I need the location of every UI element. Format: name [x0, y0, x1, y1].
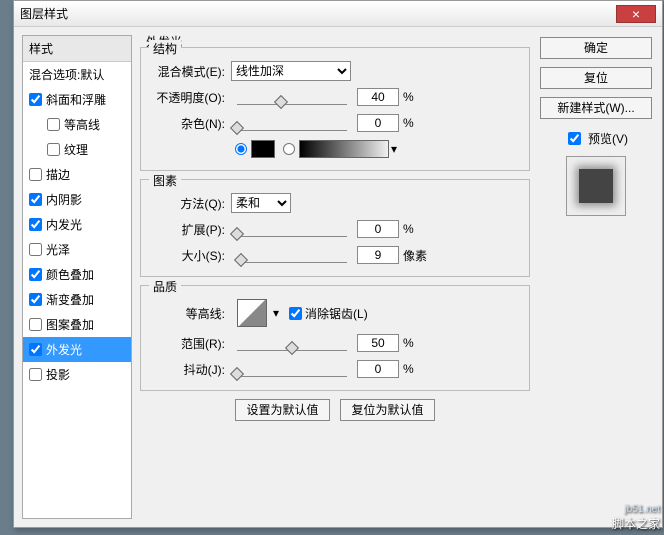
sidebar-header: 样式: [23, 36, 131, 62]
jitter-input[interactable]: 0: [357, 360, 399, 378]
titlebar[interactable]: 图层样式 ×: [14, 1, 662, 27]
checkbox-inner-shadow[interactable]: [29, 193, 42, 206]
main-panel: 外发光 结构 混合模式(E): 线性加深 不透明度(O): 40 % 杂色(N)…: [138, 35, 532, 519]
dropdown-icon[interactable]: ▾: [391, 142, 397, 156]
layer-style-dialog: 图层样式 × 样式 混合选项:默认 斜面和浮雕 等高线 纹理 描边 内阴影 内发…: [13, 0, 663, 528]
label-contour: 等高线:: [149, 305, 231, 322]
label-spread: 扩展(P):: [149, 221, 231, 238]
label-blend-mode: 混合模式(E):: [149, 63, 231, 80]
close-button[interactable]: ×: [616, 5, 656, 23]
antialias-checkbox[interactable]: [289, 307, 302, 320]
sidebar-item-bevel[interactable]: 斜面和浮雕: [23, 87, 131, 112]
dropdown-icon[interactable]: ▾: [273, 306, 279, 320]
label-opacity: 不透明度(O):: [149, 89, 231, 106]
noise-slider[interactable]: [237, 115, 347, 131]
checkbox-outer-glow[interactable]: [29, 343, 42, 356]
range-unit: %: [403, 336, 433, 350]
sidebar-item-satin[interactable]: 光泽: [23, 237, 131, 262]
group-elements: 图素 方法(Q): 柔和 扩展(P): 0 % 大小(S): 9 像素: [140, 179, 530, 277]
size-slider[interactable]: [237, 247, 347, 263]
preview-checkbox[interactable]: [568, 132, 581, 145]
checkbox-bevel[interactable]: [29, 93, 42, 106]
size-unit: 像素: [403, 247, 433, 264]
ok-button[interactable]: 确定: [540, 37, 652, 59]
sidebar-item-texture[interactable]: 纹理: [23, 137, 131, 162]
label-noise: 杂色(N):: [149, 115, 231, 132]
checkbox-texture[interactable]: [47, 143, 60, 156]
opacity-slider[interactable]: [237, 89, 347, 105]
sidebar-item-outer-glow[interactable]: 外发光: [23, 337, 131, 362]
checkbox-contour[interactable]: [47, 118, 60, 131]
set-default-button[interactable]: 设置为默认值: [235, 399, 330, 421]
jitter-unit: %: [403, 362, 433, 376]
noise-input[interactable]: 0: [357, 114, 399, 132]
legend-quality: 品质: [149, 278, 181, 295]
label-technique: 方法(Q):: [149, 195, 231, 212]
sidebar-item-stroke[interactable]: 描边: [23, 162, 131, 187]
sidebar-item-gradient-overlay[interactable]: 渐变叠加: [23, 287, 131, 312]
right-panel: 确定 复位 新建样式(W)... 预览(V): [538, 35, 654, 519]
opacity-unit: %: [403, 90, 433, 104]
label-range: 范围(R):: [149, 335, 231, 352]
sidebar-blend-defaults[interactable]: 混合选项:默认: [23, 62, 131, 87]
color-swatch[interactable]: [251, 140, 275, 158]
range-slider[interactable]: [237, 335, 347, 351]
gradient-picker[interactable]: [299, 140, 389, 158]
contour-picker[interactable]: [237, 299, 267, 327]
checkbox-inner-glow[interactable]: [29, 218, 42, 231]
blend-mode-select[interactable]: 线性加深: [231, 61, 351, 81]
preview-thumbnail: [566, 156, 626, 216]
label-preview: 预览(V): [588, 130, 628, 147]
checkbox-color-overlay[interactable]: [29, 268, 42, 281]
spread-slider[interactable]: [237, 221, 347, 237]
watermark: jb51.net 脚本之家: [612, 504, 660, 533]
sidebar-item-color-overlay[interactable]: 颜色叠加: [23, 262, 131, 287]
noise-unit: %: [403, 116, 433, 130]
jitter-slider[interactable]: [237, 361, 347, 377]
sidebar-item-inner-glow[interactable]: 内发光: [23, 212, 131, 237]
checkbox-drop-shadow[interactable]: [29, 368, 42, 381]
checkbox-stroke[interactable]: [29, 168, 42, 181]
sidebar-item-contour[interactable]: 等高线: [23, 112, 131, 137]
sidebar-item-drop-shadow[interactable]: 投影: [23, 362, 131, 387]
checkbox-gradient-overlay[interactable]: [29, 293, 42, 306]
label-jitter: 抖动(J):: [149, 361, 231, 378]
label-antialias: 消除锯齿(L): [305, 305, 368, 322]
legend-elements: 图素: [149, 172, 181, 189]
legend-structure: 结构: [149, 40, 181, 57]
color-radio[interactable]: [235, 143, 247, 155]
checkbox-pattern-overlay[interactable]: [29, 318, 42, 331]
reset-default-button[interactable]: 复位为默认值: [340, 399, 435, 421]
technique-select[interactable]: 柔和: [231, 193, 291, 213]
reset-button[interactable]: 复位: [540, 67, 652, 89]
checkbox-satin[interactable]: [29, 243, 42, 256]
group-quality: 品质 等高线: ▾ 消除锯齿(L) 范围(R): 50 % 抖动(J):: [140, 285, 530, 391]
dialog-title: 图层样式: [20, 5, 616, 22]
range-input[interactable]: 50: [357, 334, 399, 352]
spread-input[interactable]: 0: [357, 220, 399, 238]
sidebar-item-inner-shadow[interactable]: 内阴影: [23, 187, 131, 212]
gradient-radio[interactable]: [283, 143, 295, 155]
spread-unit: %: [403, 222, 433, 236]
sidebar-item-pattern-overlay[interactable]: 图案叠加: [23, 312, 131, 337]
group-structure: 结构 混合模式(E): 线性加深 不透明度(O): 40 % 杂色(N): 0 …: [140, 47, 530, 171]
styles-sidebar: 样式 混合选项:默认 斜面和浮雕 等高线 纹理 描边 内阴影 内发光 光泽 颜色…: [22, 35, 132, 519]
new-style-button[interactable]: 新建样式(W)...: [540, 97, 652, 119]
size-input[interactable]: 9: [357, 246, 399, 264]
opacity-input[interactable]: 40: [357, 88, 399, 106]
label-size: 大小(S):: [149, 247, 231, 264]
